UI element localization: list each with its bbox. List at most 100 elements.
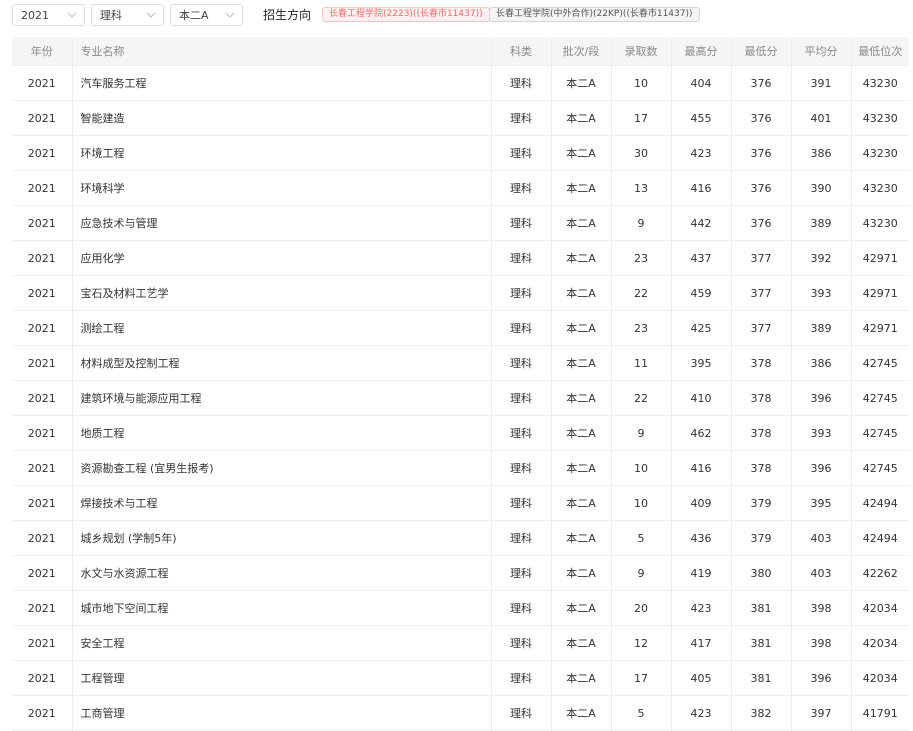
max-score-cell: 436 — [671, 520, 732, 556]
max-score-cell: 395 — [671, 345, 732, 381]
min-rank-cell: 42971 — [851, 310, 909, 346]
batch-cell: 本二A — [551, 485, 612, 521]
admitted-count-cell: 12 — [611, 625, 672, 661]
batch-cell: 本二A — [551, 590, 612, 626]
avg-score-cell: 398 — [791, 625, 852, 661]
batch-cell: 本二A — [551, 65, 612, 101]
avg-score-cell: 389 — [791, 205, 852, 241]
min-rank-cell: 42034 — [851, 590, 909, 626]
header-min-rank: 最低位次 — [851, 37, 909, 66]
min-score-cell: 381 — [731, 590, 792, 626]
batch-cell: 本二A — [551, 310, 612, 346]
table-row: 2021 汽车服务工程 理科 本二A 10 404 376 391 43230 — [12, 65, 909, 101]
batch-cell: 本二A — [551, 695, 612, 731]
min-rank-cell: 42262 — [851, 555, 909, 591]
chevron-down-icon — [225, 12, 235, 18]
major-name-cell: 智能建造 — [72, 100, 492, 136]
header-major: 专业名称 — [72, 37, 492, 66]
major-name-cell: 地质工程 — [72, 415, 492, 451]
min-rank-cell: 43230 — [851, 65, 909, 101]
year-cell: 2021 — [12, 660, 73, 696]
batch-cell: 本二A — [551, 205, 612, 241]
table-row: 2021 环境工程 理科 本二A 30 423 376 386 43230 — [12, 135, 909, 171]
max-score-cell: 419 — [671, 555, 732, 591]
admitted-count-cell: 17 — [611, 660, 672, 696]
admitted-count-cell: 11 — [611, 345, 672, 381]
table-row: 2021 资源勘查工程 (宜男生报考) 理科 本二A 10 416 378 396 42745 — [12, 450, 909, 486]
admitted-count-cell: 20 — [611, 590, 672, 626]
batch-cell: 本二A — [551, 520, 612, 556]
min-score-cell: 376 — [731, 65, 792, 101]
year-select-value: 2021 — [21, 8, 49, 22]
batch-cell: 本二A — [551, 275, 612, 311]
min-rank-cell: 43230 — [851, 170, 909, 206]
major-name-cell: 焊接技术与工程 — [72, 485, 492, 521]
max-score-cell: 425 — [671, 310, 732, 346]
year-cell: 2021 — [12, 590, 73, 626]
subject-cell: 理科 — [491, 345, 552, 381]
table-header: 年份 专业名称 科类 批次/段 录取数 最高分 最低分 平均分 最低位次 — [12, 37, 909, 66]
table-row: 2021 水文与水资源工程 理科 本二A 9 419 380 403 42262 — [12, 555, 909, 591]
table-row: 2021 应急技术与管理 理科 本二A 9 442 376 389 43230 — [12, 205, 909, 241]
subject-cell: 理科 — [491, 695, 552, 731]
admitted-count-cell: 10 — [611, 65, 672, 101]
major-name-cell: 应用化学 — [72, 240, 492, 276]
min-rank-cell: 42745 — [851, 450, 909, 486]
major-name-cell: 环境科学 — [72, 170, 492, 206]
max-score-cell: 423 — [671, 135, 732, 171]
subject-cell: 理科 — [491, 450, 552, 486]
min-score-cell: 376 — [731, 170, 792, 206]
subject-cell: 理科 — [491, 275, 552, 311]
subject-cell: 理科 — [491, 170, 552, 206]
max-score-cell: 459 — [671, 275, 732, 311]
header-subject: 科类 — [491, 37, 552, 66]
batch-cell: 本二A — [551, 660, 612, 696]
subject-cell: 理科 — [491, 135, 552, 171]
min-score-cell: 377 — [731, 310, 792, 346]
min-rank-cell: 42745 — [851, 415, 909, 451]
major-name-cell: 材料成型及控制工程 — [72, 345, 492, 381]
min-score-cell: 376 — [731, 135, 792, 171]
min-score-cell: 376 — [731, 205, 792, 241]
table-row: 2021 焊接技术与工程 理科 本二A 10 409 379 395 42494 — [12, 485, 909, 521]
max-score-cell: 423 — [671, 590, 732, 626]
table-row: 2021 城市地下空间工程 理科 本二A 20 423 381 398 42034 — [12, 590, 909, 626]
major-name-cell: 工商管理 — [72, 695, 492, 731]
major-name-cell: 资源勘查工程 (宜男生报考) — [72, 450, 492, 486]
batch-cell: 本二A — [551, 380, 612, 416]
min-score-cell: 381 — [731, 660, 792, 696]
min-score-cell: 379 — [731, 520, 792, 556]
major-name-cell: 环境工程 — [72, 135, 492, 171]
avg-score-cell: 393 — [791, 275, 852, 311]
admitted-count-cell: 22 — [611, 380, 672, 416]
avg-score-cell: 389 — [791, 310, 852, 346]
min-rank-cell: 43230 — [851, 100, 909, 136]
batch-cell: 本二A — [551, 170, 612, 206]
min-score-cell: 377 — [731, 240, 792, 276]
min-rank-cell: 43230 — [851, 205, 909, 241]
admitted-count-cell: 23 — [611, 240, 672, 276]
chevron-down-icon — [67, 12, 77, 18]
batch-select[interactable]: 本二A — [170, 4, 243, 26]
year-cell: 2021 — [12, 205, 73, 241]
batch-cell: 本二A — [551, 345, 612, 381]
table-row: 2021 宝石及材料工艺学 理科 本二A 22 459 377 393 42971 — [12, 275, 909, 311]
major-name-cell: 汽车服务工程 — [72, 65, 492, 101]
max-score-cell: 404 — [671, 65, 732, 101]
admitted-count-cell: 10 — [611, 485, 672, 521]
year-select[interactable]: 2021 — [12, 4, 85, 26]
direction-tag-cooperation[interactable]: 长春工程学院(中外合作)(22KP)((长春市11437)) — [489, 7, 700, 22]
direction-tag-main[interactable]: 长春工程学院(2223)((长春市11437)) — [322, 7, 490, 22]
header-avg-score: 平均分 — [791, 37, 852, 66]
year-cell: 2021 — [12, 275, 73, 311]
max-score-cell: 410 — [671, 380, 732, 416]
admitted-count-cell: 22 — [611, 275, 672, 311]
subject-cell: 理科 — [491, 660, 552, 696]
header-min-score: 最低分 — [731, 37, 792, 66]
batch-cell: 本二A — [551, 625, 612, 661]
year-cell: 2021 — [12, 415, 73, 451]
subject-select[interactable]: 理科 — [91, 4, 164, 26]
subject-cell: 理科 — [491, 415, 552, 451]
major-name-cell: 水文与水资源工程 — [72, 555, 492, 591]
subject-cell: 理科 — [491, 100, 552, 136]
